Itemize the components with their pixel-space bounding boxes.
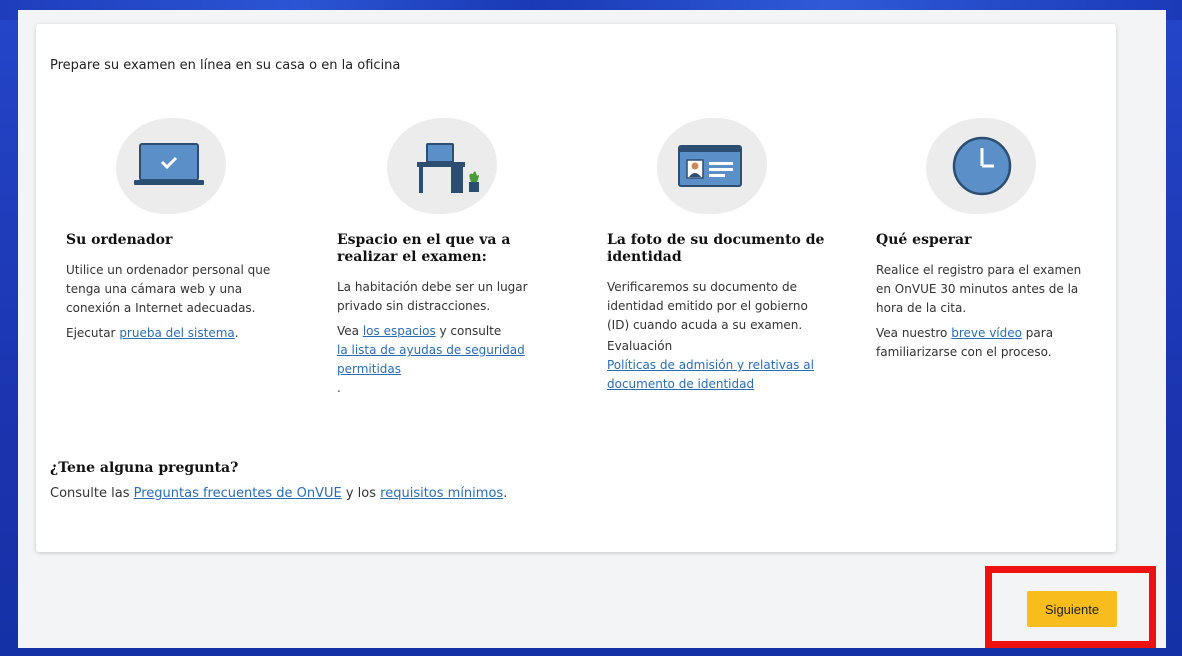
min-requirements-link[interactable]: requisitos mínimos: [380, 486, 503, 501]
admission-policy-link[interactable]: Políticas de admisión y relativas al doc…: [607, 358, 814, 391]
column-title: La foto de su documento de identidad: [607, 232, 825, 265]
intro-text: Prepare su examen en línea en su casa o …: [50, 58, 401, 73]
column-title: Su ordenador: [66, 232, 173, 248]
column-body: La habitación debe ser un lugar privado …: [337, 280, 528, 313]
column-action: Políticas de admisión y relativas al doc…: [607, 356, 827, 394]
faq-line: Consulte las Preguntas frecuentes de OnV…: [50, 486, 508, 501]
short-video-link[interactable]: breve vídeo: [951, 326, 1022, 340]
id-card-icon: [657, 118, 767, 218]
column-action: Ejecutar prueba del sistema.: [66, 326, 239, 340]
column-title: Qué esperar: [876, 232, 972, 248]
security-aids-link[interactable]: la lista de ayudas de seguridad permitid…: [337, 343, 525, 376]
column-label: Evaluación: [607, 339, 673, 353]
column-action: Vea los espacios y consulte la lista de …: [337, 324, 525, 395]
column-id: La foto de su documento de identidad Ver…: [607, 118, 827, 394]
clock-icon: [926, 118, 1036, 218]
column-expect: Qué esperar Realice el registro para el …: [876, 118, 1096, 362]
column-body: Verificaremos su documento de identidad …: [607, 280, 808, 332]
next-button[interactable]: Siguiente: [1027, 591, 1117, 627]
spaces-link[interactable]: los espacios: [363, 324, 436, 338]
column-space: Espacio en el que va a realizar el exame…: [337, 118, 557, 398]
system-test-link[interactable]: prueba del sistema: [119, 326, 234, 340]
column-body: Realice el registro para el examen en On…: [876, 263, 1082, 315]
column-computer: Su ordenador Utilice un ordenador person…: [66, 118, 286, 343]
column-action: Vea nuestro breve vídeo para familiariza…: [876, 326, 1054, 359]
info-card: Prepare su examen en línea en su casa o …: [36, 24, 1116, 552]
laptop-icon: [116, 118, 226, 218]
question-heading: ¿Tene alguna pregunta?: [50, 460, 239, 476]
faq-link[interactable]: Preguntas frecuentes de OnVUE: [134, 486, 342, 501]
column-title: Espacio en el que va a realizar el exame…: [337, 232, 511, 265]
desk-icon: [387, 118, 497, 218]
column-body: Utilice un ordenador personal que tenga …: [66, 263, 271, 315]
